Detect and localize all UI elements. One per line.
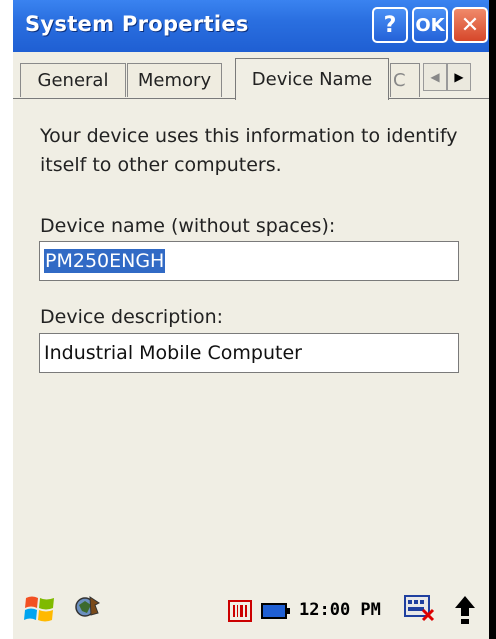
keyboard-icon[interactable] bbox=[403, 592, 435, 624]
clock[interactable]: 12:00 PM bbox=[299, 600, 381, 620]
tab-memory[interactable]: Memory bbox=[127, 63, 222, 97]
up-arrow-icon[interactable] bbox=[453, 594, 477, 626]
window-title: System Properties bbox=[25, 12, 249, 36]
device-name-input[interactable]: PM250ENGH bbox=[39, 241, 459, 281]
device-description-label: Device description: bbox=[40, 306, 224, 328]
help-button[interactable]: ? bbox=[372, 7, 408, 43]
barcode-scanner-icon[interactable] bbox=[227, 598, 253, 624]
title-bar: System Properties ? OK ✕ bbox=[13, 0, 489, 52]
connectivity-icon[interactable] bbox=[73, 593, 103, 623]
tab-device-name[interactable]: Device Name bbox=[235, 58, 389, 100]
device-name-value: PM250ENGH bbox=[44, 249, 166, 273]
battery-icon[interactable] bbox=[261, 602, 291, 620]
screen-edge bbox=[489, 0, 496, 639]
info-text: Your device uses this information to ide… bbox=[40, 125, 458, 176]
device-screen: System Properties ? OK ✕ General Memory … bbox=[13, 0, 496, 639]
tab-partial[interactable]: C bbox=[390, 63, 420, 97]
tab-scroll-left-button[interactable]: ◀ bbox=[423, 63, 447, 91]
ok-button[interactable]: OK bbox=[412, 7, 448, 43]
close-button[interactable]: ✕ bbox=[452, 7, 488, 43]
tab-general[interactable]: General bbox=[20, 63, 126, 97]
tab-scroll-right-button[interactable]: ▶ bbox=[447, 63, 471, 91]
device-name-label: Device name (without spaces): bbox=[40, 215, 336, 237]
device-description-value: Industrial Mobile Computer bbox=[44, 342, 302, 364]
windows-start-icon[interactable] bbox=[23, 592, 57, 626]
device-description-input[interactable]: Industrial Mobile Computer bbox=[39, 333, 459, 373]
